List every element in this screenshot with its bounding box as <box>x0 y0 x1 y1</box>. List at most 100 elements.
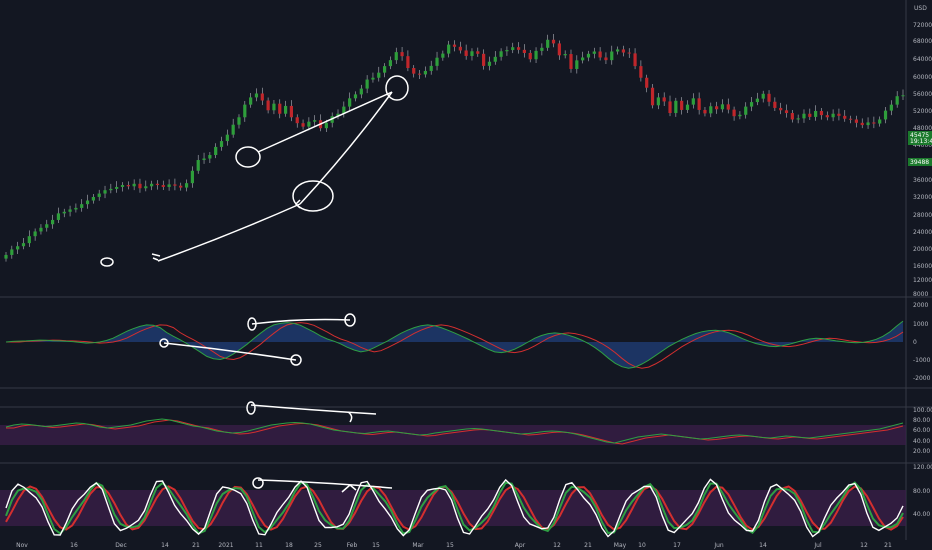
candle-body <box>872 122 876 124</box>
candle-body <box>575 60 579 69</box>
macd-tick-label: 1000 <box>913 321 928 328</box>
price-tick-label: 56000 <box>913 91 932 98</box>
candle-body <box>738 114 742 117</box>
candle-body <box>266 100 270 111</box>
price-tick-label: 52000 <box>913 108 932 115</box>
candle-body <box>680 100 684 110</box>
time-tick-label: 25 <box>314 542 322 549</box>
time-tick-label: 21 <box>584 542 592 549</box>
candle-body <box>586 53 591 58</box>
candle-body <box>179 185 183 188</box>
secondary-price-label: 39488 <box>910 159 929 166</box>
candle-body <box>10 249 14 255</box>
candle-body <box>190 170 194 184</box>
candle-body <box>848 118 853 120</box>
candle-body <box>39 227 43 232</box>
candle-body <box>400 52 404 57</box>
candle-body <box>417 73 422 75</box>
stoch-tick-label: 40.00 <box>913 511 930 518</box>
price-tick-label: 64000 <box>913 56 932 63</box>
candle-body <box>784 110 789 114</box>
candle-body <box>132 183 136 187</box>
time-tick-label: Nov <box>16 542 28 549</box>
candle-body <box>557 43 561 56</box>
candle-body <box>155 183 160 186</box>
candle-body <box>62 211 66 214</box>
candle-body <box>283 105 288 114</box>
candle-body <box>365 79 369 89</box>
time-tick-label: Jul <box>813 542 822 549</box>
candle-body <box>703 109 707 114</box>
candle-body <box>249 97 253 105</box>
candle-body <box>208 155 212 159</box>
candle-body <box>68 209 72 212</box>
candle-body <box>493 56 497 62</box>
candle-body <box>516 47 521 50</box>
candle-body <box>458 46 462 51</box>
candle-body <box>313 120 317 122</box>
candle-body <box>447 44 451 54</box>
time-tick-label: 15 <box>446 542 454 549</box>
time-tick-label: 14 <box>759 542 767 549</box>
candle-body <box>604 57 608 61</box>
candle-body <box>260 93 264 101</box>
macd-tick-label: -2000 <box>913 375 931 382</box>
candle-body <box>301 123 305 127</box>
time-tick-label: 17 <box>673 542 681 549</box>
candle-body <box>33 231 37 237</box>
price-tick-label: 60000 <box>913 74 932 81</box>
candle-body <box>563 54 567 56</box>
time-tick-label: 18 <box>285 542 293 549</box>
candle-body <box>423 70 427 75</box>
candle-body <box>837 113 841 116</box>
candle-body <box>324 122 328 129</box>
candle-body <box>348 98 352 107</box>
price-tick-label: 12000 <box>913 277 932 284</box>
time-tick-label: Dec <box>115 542 127 549</box>
price-tick-label: 24000 <box>913 229 932 236</box>
candle-body <box>668 101 672 114</box>
candle-body <box>546 39 550 48</box>
candle-body <box>243 104 247 118</box>
macd-tick-label: 2000 <box>913 302 928 309</box>
candle-body <box>167 184 171 187</box>
candle-body <box>621 49 626 53</box>
rsi-tick-label: 60.00 <box>913 427 930 434</box>
trading-chart[interactable]: 7200068000640006000056000520004800044000… <box>0 0 932 550</box>
candle-body <box>377 72 381 78</box>
rsi-tick-label: 80.00 <box>913 417 930 424</box>
candle-body <box>610 51 614 61</box>
candle-body <box>388 60 393 67</box>
candle-body <box>761 93 765 99</box>
candle-body <box>755 98 759 103</box>
time-tick-label: 10 <box>638 542 646 549</box>
candle-body <box>522 49 526 53</box>
candle-body <box>883 110 888 120</box>
macd-tick-label: -1000 <box>913 357 931 364</box>
candle-body <box>74 207 78 210</box>
candle-body <box>85 200 90 205</box>
candle-body <box>581 57 585 61</box>
candle-body <box>744 106 748 115</box>
time-tick-label: Apr <box>515 542 526 549</box>
candle-body <box>476 51 480 54</box>
candle-body <box>674 100 678 114</box>
candle-body <box>359 88 363 95</box>
candle-body <box>854 119 859 123</box>
candle-body <box>645 77 649 88</box>
candle-body <box>895 96 899 105</box>
candle-body <box>551 39 556 44</box>
candle-body <box>231 124 235 135</box>
candle-body <box>97 193 101 197</box>
candle-body <box>732 109 736 117</box>
candle-body <box>814 110 818 117</box>
candle-body <box>254 93 259 98</box>
candle-body <box>720 104 725 110</box>
candle-body <box>878 119 882 124</box>
candle-body <box>452 44 457 47</box>
candle-body <box>115 186 119 189</box>
candle-body <box>429 65 433 71</box>
candle-body <box>639 66 643 78</box>
candle-body <box>505 50 509 52</box>
candle-body <box>225 134 229 142</box>
